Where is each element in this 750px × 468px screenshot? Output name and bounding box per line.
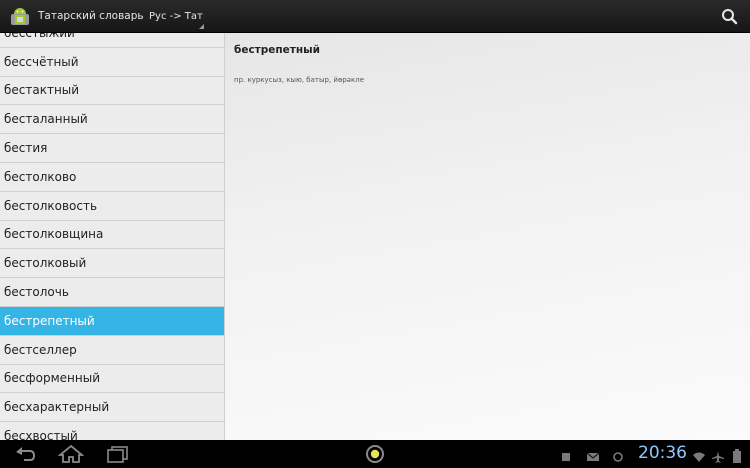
word-list-item-label: бестолковщина xyxy=(4,227,104,242)
app-title: Татарский словарь xyxy=(38,10,144,22)
translation-panel: бестрепетный пр. куркусыз, кыю, батыр, й… xyxy=(225,33,750,440)
word-list-item[interactable]: бестактный xyxy=(0,76,224,106)
notification-icon[interactable] xyxy=(560,448,572,467)
word-list-item[interactable]: бесстыжий xyxy=(0,33,224,48)
word-list-item[interactable]: бесформенный xyxy=(0,364,224,394)
word-list-item[interactable]: бестолковщина xyxy=(0,220,224,250)
translation-text: пр. куркусыз, кыю, батыр, йөрәкле xyxy=(234,76,364,84)
word-list-item-label: бестолочь xyxy=(4,285,69,300)
selected-word: бестрепетный xyxy=(234,44,320,56)
search-button[interactable] xyxy=(718,6,742,28)
word-list-item-label: бесталанный xyxy=(4,112,88,127)
word-list-item[interactable]: бессчётный xyxy=(0,47,224,77)
direction-label: Рус -> Тат xyxy=(149,11,203,22)
spinner-arrow-icon xyxy=(199,24,204,29)
clock[interactable]: 20:36 xyxy=(638,443,687,463)
home-icon[interactable] xyxy=(57,444,85,468)
word-list-item[interactable]: бестрепетный xyxy=(0,306,224,336)
word-list-item-label: бесхарактерный xyxy=(4,400,110,415)
word-list-item-label: бесстыжий xyxy=(4,33,75,40)
word-list-item[interactable]: бестолочь xyxy=(0,278,224,307)
word-list-item[interactable]: бестолково xyxy=(0,162,224,192)
word-list-item-label: бестолковость xyxy=(4,198,98,213)
word-list-item-label: бестолковый xyxy=(4,256,87,271)
word-list-item[interactable]: бестселлер xyxy=(0,335,224,365)
word-list-item-label: бесформенный xyxy=(4,371,100,386)
wifi-icon xyxy=(692,448,706,467)
sync-icon[interactable] xyxy=(612,448,624,467)
word-list-item-label: бестолково xyxy=(4,169,77,184)
word-list[interactable]: бесстыжий бессчётный бестактный бесталанный… xyxy=(0,33,225,440)
word-list-item[interactable]: бестолковость xyxy=(0,191,224,221)
recent-apps-icon[interactable] xyxy=(105,444,131,468)
word-list-item-label: бестрепетный xyxy=(4,313,95,328)
mail-icon[interactable] xyxy=(586,448,600,467)
menu-icon[interactable] xyxy=(364,443,386,468)
word-list-item-label: бесхвостый xyxy=(4,429,78,440)
word-list-item[interactable]: бестолковый xyxy=(0,249,224,279)
airplane-icon xyxy=(712,448,724,467)
battery-icon xyxy=(732,448,742,467)
word-list-item[interactable]: бесхвостый xyxy=(0,422,224,440)
word-list-item[interactable]: бесталанный xyxy=(0,105,224,135)
word-list-item[interactable]: бестия xyxy=(0,134,224,163)
action-bar: Татарский словарь Рус -> Тат xyxy=(0,0,750,33)
direction-spinner[interactable]: Рус -> Тат xyxy=(146,0,206,33)
word-list-items: бесстыжий бессчётный бестактный бесталанный… xyxy=(0,33,224,440)
word-list-item[interactable]: бесхарактерный xyxy=(0,393,224,423)
search-icon xyxy=(722,9,738,25)
system-bar: 20:36 xyxy=(0,440,750,468)
back-icon[interactable] xyxy=(12,444,38,468)
word-list-item-label: бестактный xyxy=(4,83,80,98)
word-list-item-label: бестия xyxy=(4,141,48,156)
word-list-item-label: бестселлер xyxy=(4,342,77,357)
android-icon[interactable] xyxy=(9,5,31,27)
word-list-item-label: бессчётный xyxy=(4,54,79,69)
